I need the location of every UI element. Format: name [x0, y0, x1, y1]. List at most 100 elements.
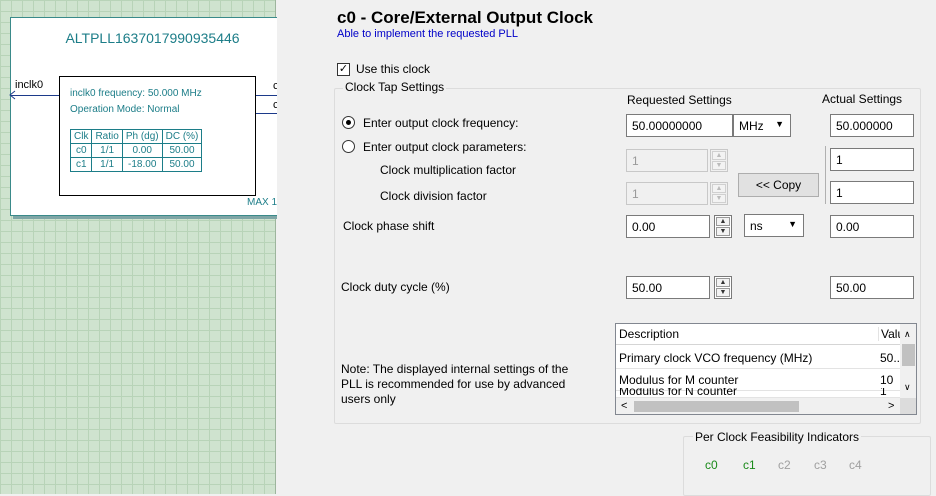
division-factor-label: Clock division factor [380, 189, 487, 203]
radio-output-frequency-label: Enter output clock frequency: [363, 116, 519, 130]
actual-duty-value: 50.00 [830, 276, 914, 299]
radio-selected-dot [346, 120, 351, 125]
clock-table-header: DC (%) [161, 129, 203, 144]
page-title: c0 - Core/External Output Clock [337, 8, 593, 27]
clock-table-header-row: Clk Ratio Ph (dg) DC (%) [69, 129, 203, 144]
input-frequency-text: inclk0 frequency: 50.000 MHz [70, 88, 202, 99]
phase-unit-value: ns [750, 219, 763, 233]
scroll-thumb[interactable] [634, 401, 799, 412]
actual-frequency-value: 50.000000 [830, 114, 914, 137]
input-wire [11, 95, 59, 96]
clock-table-cell: 1/1 [91, 157, 123, 172]
frequency-input[interactable]: 50.00000000 [626, 114, 733, 137]
radio-output-parameters-label: Enter output clock parameters: [363, 140, 527, 154]
duty-cycle-input[interactable]: 50.00 [626, 276, 710, 299]
feasibility-label: Per Clock Feasibility Indicators [693, 430, 862, 444]
scroll-down-icon[interactable]: ∨ [904, 382, 911, 393]
clock-table-header: Ratio [91, 129, 123, 144]
table-row[interactable]: Primary clock VCO frequency (MHz) 50... [616, 348, 901, 369]
check-icon: ✓ [338, 63, 349, 75]
clock-table-header: Ph (dg) [121, 129, 163, 144]
horizontal-scrollbar[interactable]: < > [616, 398, 900, 414]
chevron-down-icon: ▼ [788, 219, 797, 229]
phase-shift-spinner[interactable]: ▲ ▼ [714, 215, 732, 238]
feasibility-c2: c2 [778, 458, 791, 472]
use-clock-label: Use this clock [356, 62, 431, 76]
column-header-description[interactable]: Description [619, 327, 874, 341]
table-cell: 50... [880, 351, 900, 365]
requested-settings-header: Requested Settings [627, 93, 732, 107]
internal-settings-table[interactable]: Description Valu Primary clock VCO frequ… [615, 323, 917, 415]
radio-output-frequency[interactable] [342, 116, 355, 129]
spin-down-icon: ▼ [712, 194, 726, 203]
actual-settings-header: Actual Settings [822, 92, 903, 106]
table-cell: Primary clock VCO frequency (MHz) [619, 351, 813, 365]
spin-up-icon: ▲ [716, 217, 730, 226]
clock-table-row: c0 1/1 0.00 50.00 [69, 143, 203, 158]
scroll-up-icon[interactable]: ∧ [904, 329, 911, 340]
chevron-down-icon: ▼ [775, 119, 784, 129]
multiplication-factor-spinner[interactable]: ▲ ▼ [710, 149, 728, 172]
group-title: Clock Tap Settings [343, 80, 447, 94]
table-cell: Modulus for N counter [619, 388, 738, 398]
feasibility-c0: c0 [705, 458, 718, 472]
input-pin-label: inclk0 [15, 79, 44, 91]
phase-unit-select[interactable]: ns ▼ [744, 214, 804, 237]
scroll-thumb[interactable] [902, 344, 915, 366]
actual-division-value: 1 [830, 181, 914, 204]
operation-mode-text: Operation Mode: Normal [70, 104, 180, 115]
settings-panel: c0 - Core/External Output Clock Able to … [277, 0, 936, 496]
advanced-note: Note: The displayed internal settings of… [341, 362, 569, 406]
radio-output-parameters[interactable] [342, 140, 355, 153]
clock-table-cell: 50.00 [161, 157, 203, 172]
table-header-row: Description Valu [616, 324, 901, 345]
pll-core-box: inclk0 frequency: 50.000 MHz Operation M… [59, 76, 256, 196]
table-cell: 1 [880, 388, 887, 398]
clock-table-cell: 50.00 [161, 143, 203, 158]
clock-table-row: c1 1/1 -18.00 50.00 [69, 157, 203, 172]
copy-bracket [825, 146, 826, 204]
spin-down-icon: ▼ [712, 161, 726, 170]
multiplication-factor-input[interactable]: 1 [626, 149, 708, 172]
use-clock-checkbox[interactable]: ✓ [337, 63, 350, 76]
clock-table-cell: -18.00 [121, 157, 163, 172]
spin-up-icon: ▲ [716, 278, 730, 287]
clock-table-cell: c0 [69, 143, 93, 158]
table-cell: Modulus for M counter [619, 373, 739, 387]
division-factor-spinner[interactable]: ▲ ▼ [710, 182, 728, 205]
pll-symbol: ALTPLL1637017990935446 inclk0 frequency:… [9, 17, 295, 216]
frequency-unit-value: MHz [739, 119, 764, 133]
feasibility-group [683, 436, 931, 496]
copy-button[interactable]: << Copy [738, 173, 819, 197]
scrollbar-corner [900, 398, 916, 414]
clock-summary-table: Clk Ratio Ph (dg) DC (%) c0 1/1 0.00 50.… [69, 129, 203, 172]
status-message: Able to implement the requested PLL [337, 28, 519, 40]
clock-table-cell: c1 [69, 157, 93, 172]
scroll-right-icon[interactable]: > [888, 400, 894, 412]
column-header-value[interactable]: Valu [878, 327, 900, 341]
vertical-scrollbar[interactable]: ∧ ∨ [900, 324, 916, 398]
actual-multiplication-value: 1 [830, 148, 914, 171]
pll-name: ALTPLL1637017990935446 [65, 30, 240, 46]
spin-up-icon: ▲ [712, 184, 726, 193]
frequency-unit-select[interactable]: MHz ▼ [733, 114, 791, 137]
spin-down-icon: ▼ [716, 288, 730, 297]
phase-shift-label: Clock phase shift [343, 219, 435, 233]
table-cell: 10 [880, 373, 894, 387]
clock-table-header: Clk [69, 129, 93, 144]
clock-table-cell: 0.00 [121, 143, 163, 158]
table-row[interactable]: Modulus for N counter 1 [616, 388, 901, 398]
actual-phase-value: 0.00 [830, 215, 914, 238]
duty-cycle-spinner[interactable]: ▲ ▼ [714, 276, 732, 299]
clock-table-cell: 1/1 [91, 143, 123, 158]
multiplication-factor-label: Clock multiplication factor [380, 163, 517, 177]
input-arrow-icon [9, 90, 16, 100]
spin-down-icon: ▼ [716, 227, 730, 236]
feasibility-c4: c4 [849, 458, 862, 472]
spin-up-icon: ▲ [712, 151, 726, 160]
division-factor-input[interactable]: 1 [626, 182, 708, 205]
phase-shift-input[interactable]: 0.00 [626, 215, 710, 238]
feasibility-c1: c1 [743, 458, 756, 472]
scroll-left-icon[interactable]: < [621, 400, 627, 412]
feasibility-c3: c3 [814, 458, 827, 472]
